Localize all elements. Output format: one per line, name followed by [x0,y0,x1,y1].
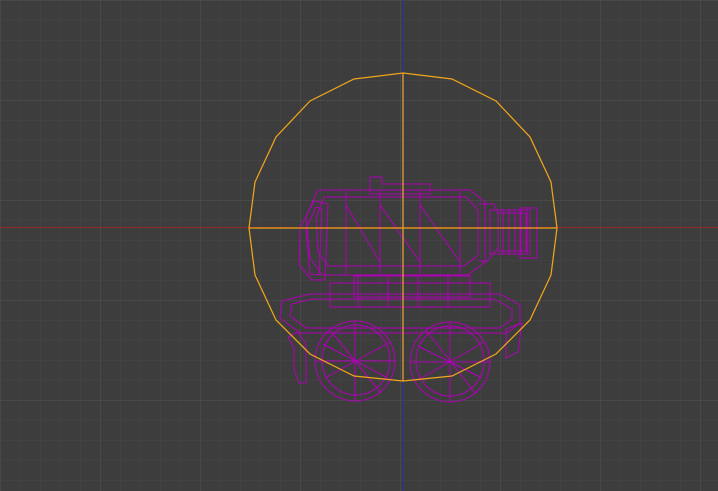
viewport-grid [0,0,718,491]
viewport-canvas[interactable] [0,0,718,491]
3d-viewport[interactable] [0,0,718,491]
